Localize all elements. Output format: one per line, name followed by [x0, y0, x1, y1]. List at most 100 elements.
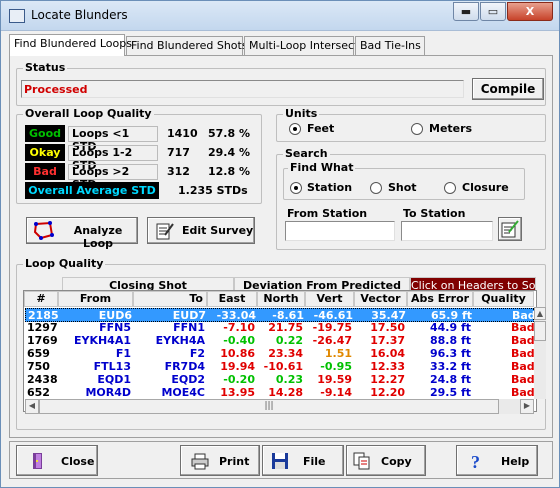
search-edit-button[interactable] — [498, 217, 522, 241]
cell-quality: Bad — [511, 321, 535, 334]
edit-survey-label: Edit Survey — [182, 224, 254, 237]
scroll-thumb[interactable] — [534, 321, 546, 341]
maximize-button[interactable]: ▭ — [480, 2, 506, 21]
edit-survey-button[interactable]: Edit Survey — [147, 217, 255, 244]
cell-num: 652 — [27, 386, 50, 399]
cell-vert: -9.14 — [320, 386, 352, 399]
door-exit-icon — [33, 453, 42, 469]
close-label: Close — [61, 455, 95, 468]
file-button[interactable]: File — [262, 445, 344, 476]
cell-north: 14.28 — [268, 386, 303, 399]
cell-abs: 33.2 ft — [429, 360, 471, 373]
cell-east: 13.95 — [220, 386, 255, 399]
title-bar: Locate Blunders ▬ ▭ X — [1, 1, 559, 31]
close-window-button[interactable]: X — [507, 2, 553, 21]
table-row[interactable]: 1297 FFN5 FFN1 -7.10 21.75 -19.75 17.50 44.9 ft… — [25, 321, 535, 335]
cell-east: 19.94 — [220, 360, 255, 373]
station-radio[interactable] — [290, 182, 302, 194]
col-quality[interactable]: Quality — [473, 291, 534, 307]
cell-vector: 12.33 — [370, 360, 405, 373]
cell-vector: 17.50 — [370, 321, 405, 334]
table-row[interactable]: 652 MOR4D MOE4C 13.95 14.28 -9.14 12.20 29.5 ft… — [25, 386, 535, 400]
table-row[interactable]: 750 FTL13 FR7D4 19.94 -10.61 -0.95 12.33 33.2 f… — [25, 360, 535, 374]
close-button[interactable]: Close — [16, 445, 98, 476]
cell-north: 0.23 — [275, 373, 303, 386]
scroll-left-button[interactable]: ◀ — [25, 399, 39, 414]
shot-radio[interactable] — [370, 182, 382, 194]
to-station-input[interactable] — [401, 221, 493, 241]
cell-vert: 19.59 — [317, 373, 352, 386]
edit-note-icon — [501, 220, 519, 238]
col-vert[interactable]: Vert — [305, 291, 354, 307]
tab-find-blundered-loops[interactable]: Find Blundered Loops — [9, 34, 132, 56]
cell-num: 1769 — [27, 334, 57, 347]
cell-vector: 12.20 — [370, 386, 405, 399]
cell-from: F1 — [115, 347, 131, 360]
copy-icon — [353, 452, 370, 470]
col-number[interactable]: # — [24, 291, 58, 307]
cell-num: 1297 — [27, 321, 57, 334]
horizontal-scrollbar[interactable]: ◀ ||| ▶ — [25, 399, 534, 414]
bad-count: 312 — [167, 165, 190, 178]
quality-row-okay: Okay Loops 1-2 STD 717 29.4 % — [25, 144, 255, 172]
meters-radio[interactable] — [411, 123, 423, 135]
cell-vert: 1.51 — [324, 347, 352, 360]
analyze-loop-button[interactable]: Analyze Loop — [26, 217, 138, 250]
locate-blunders-window: Locate Blunders ▬ ▭ X Find Blundered Loo… — [0, 0, 560, 488]
cell-vector: 16.04 — [370, 347, 405, 360]
scroll-right-button[interactable]: ▶ — [520, 399, 534, 414]
cell-vert: -19.75 — [312, 321, 352, 334]
cell-east: -0.40 — [223, 334, 255, 347]
col-abs-error[interactable]: Abs Error — [407, 291, 473, 307]
feet-radio[interactable] — [289, 123, 301, 135]
average-value: 1.235 STDs — [178, 184, 248, 197]
cell-north: 21.75 — [268, 321, 303, 334]
help-button[interactable]: ? Help — [456, 445, 538, 476]
scroll-h-thumb[interactable]: ||| — [39, 399, 499, 414]
printer-icon — [191, 453, 209, 470]
to-station-label: To Station — [403, 207, 466, 220]
overall-quality-label: Overall Loop Quality — [23, 107, 154, 120]
vertical-scrollbar[interactable]: ▲ — [534, 307, 546, 399]
status-label: Status — [23, 61, 68, 74]
good-desc: Loops <1 STD — [68, 126, 158, 153]
cell-east: -0.20 — [223, 373, 255, 386]
col-vector[interactable]: Vector — [354, 291, 407, 307]
copy-button[interactable]: Copy — [346, 445, 426, 476]
col-to[interactable]: To — [133, 291, 207, 307]
from-station-input[interactable] — [285, 221, 395, 241]
analyze-loop-label: Analyze Loop — [73, 224, 123, 250]
cell-quality: Bad — [511, 373, 535, 386]
tab-multi-loop-intersects[interactable]: Multi-Loop Intersects — [244, 36, 364, 55]
table-row[interactable]: 2185 EUD6 EUD7 -33.04 -8.61 -46.61 35.47 65.9 f… — [25, 308, 536, 322]
table-row[interactable]: 659 F1 F2 10.86 23.34 1.51 16.04 96.3 ft Bad — [25, 347, 535, 361]
cell-to: FFN1 — [173, 321, 205, 334]
edit-icon — [156, 223, 174, 240]
cell-abs: 24.8 ft — [429, 373, 471, 386]
print-button[interactable]: Print — [180, 445, 260, 476]
cell-north: -10.61 — [263, 360, 303, 373]
cell-abs: 88.8 ft — [429, 334, 471, 347]
footer-bar: Close Print File Copy ? Help — [9, 441, 553, 479]
cell-to: FR7D4 — [164, 360, 205, 373]
station-label: Station — [307, 181, 353, 194]
tab-bad-tie-ins[interactable]: Bad Tie-Ins — [355, 36, 425, 55]
units-group: Units Feet Meters — [276, 107, 546, 142]
table-row[interactable]: 1769 EYKH4A1 EYKH4A -0.40 0.22 -26.47 17.37 88.… — [25, 334, 535, 348]
compile-button[interactable]: Compile — [472, 78, 544, 100]
col-east[interactable]: East — [207, 291, 257, 307]
col-north[interactable]: North — [257, 291, 305, 307]
scroll-up-button[interactable]: ▲ — [534, 307, 546, 320]
table-row[interactable]: 2438 EQD1 EQD2 -0.20 0.23 19.59 12.27 24.8 ft Ba… — [25, 373, 535, 387]
cell-from: MOR4D — [85, 386, 131, 399]
tab-find-blundered-shots[interactable]: Find Blundered Shots — [126, 36, 248, 55]
bad-desc: Loops >2 STD — [68, 164, 158, 191]
average-label: Overall Average STD — [25, 182, 159, 199]
good-badge: Good — [25, 125, 65, 142]
closure-radio[interactable] — [444, 182, 456, 194]
cell-num: 2438 — [27, 373, 57, 386]
cell-vector: 12.27 — [370, 373, 405, 386]
minimize-button[interactable]: ▬ — [453, 2, 479, 21]
status-group: Status Processed Compile — [16, 61, 546, 106]
col-from[interactable]: From — [58, 291, 133, 307]
